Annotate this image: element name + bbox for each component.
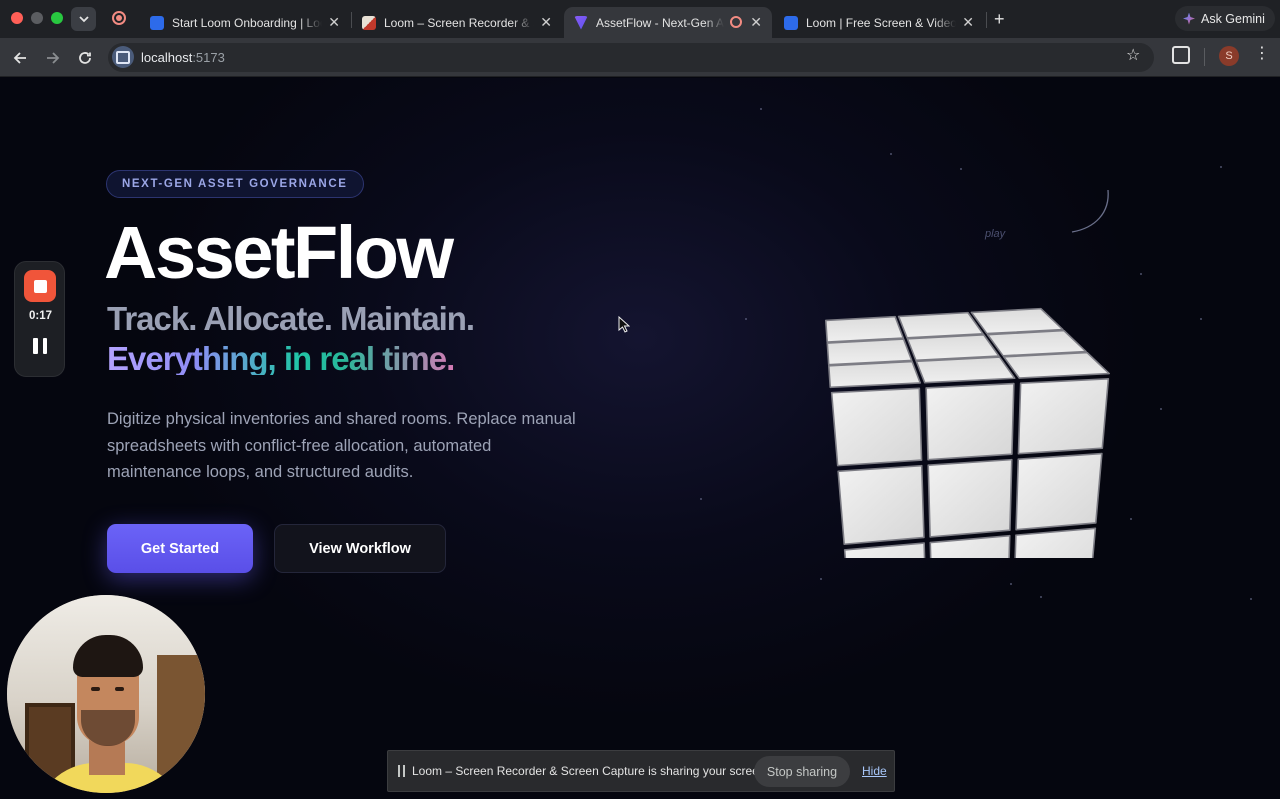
assetflow-favicon-icon bbox=[574, 15, 588, 30]
address-bar[interactable]: localhost:5173 bbox=[108, 43, 1154, 72]
tab-close-icon[interactable]: ✕ bbox=[328, 14, 340, 31]
cube-front-tile bbox=[929, 534, 1011, 558]
cube-top-tile bbox=[827, 360, 921, 389]
cube-top-tile bbox=[824, 315, 905, 343]
hero-description: Digitize physical inventories and shared… bbox=[107, 410, 576, 481]
ask-gemini-label: Ask Gemini bbox=[1201, 11, 1265, 26]
url-host: localhost bbox=[141, 50, 193, 65]
tab-title: Start Loom Onboarding | Loom bbox=[172, 15, 322, 30]
stop-sharing-button[interactable]: Stop sharing bbox=[754, 756, 850, 787]
hero-tagline-highlight: Everything, in real time. bbox=[107, 340, 455, 377]
tab-loom-onboarding[interactable]: Start Loom Onboarding | Loom ✕ bbox=[140, 7, 350, 38]
cube-front-tile bbox=[837, 464, 925, 546]
cube-front-tile bbox=[1017, 378, 1110, 455]
arrow-right-icon bbox=[47, 52, 60, 64]
browser-toolbar: localhost:5173 ☆ S ⋮ bbox=[0, 38, 1280, 77]
screen-sharing-bar: Loom – Screen Recorder & Screen Capture … bbox=[387, 750, 895, 792]
window-minimize-button[interactable] bbox=[31, 12, 43, 24]
new-tab-button[interactable]: + bbox=[994, 9, 1005, 30]
get-started-button[interactable]: Get Started bbox=[107, 524, 253, 573]
tab-separator bbox=[986, 12, 987, 28]
tab-close-icon[interactable]: ✕ bbox=[962, 14, 974, 31]
cube-front-tile bbox=[830, 387, 923, 467]
more-menu-icon[interactable]: ⋮ bbox=[1254, 46, 1270, 62]
arrow-left-icon bbox=[13, 52, 26, 64]
cube-front-tile bbox=[843, 542, 926, 558]
site-info-icon[interactable] bbox=[112, 46, 134, 68]
tab-close-icon[interactable]: ✕ bbox=[750, 14, 762, 31]
hide-sharing-bar-link[interactable]: Hide bbox=[862, 764, 887, 778]
tab-title: AssetFlow - Next-Gen Asset Governance bbox=[596, 15, 724, 30]
ask-gemini-button[interactable]: Ask Gemini bbox=[1175, 6, 1275, 31]
pause-recording-button[interactable] bbox=[33, 338, 47, 354]
profile-avatar[interactable]: S bbox=[1219, 46, 1239, 66]
hero-tagline: Track. Allocate. Maintain. bbox=[107, 300, 475, 337]
extensions-puzzle-icon[interactable] bbox=[1172, 46, 1190, 64]
cube-front-tile bbox=[927, 458, 1013, 538]
hero-title: AssetFlow bbox=[104, 211, 454, 294]
chrome-web-store-favicon-icon bbox=[362, 15, 376, 30]
chevron-down-icon bbox=[78, 15, 89, 22]
cube-front-tile bbox=[925, 382, 1015, 461]
loom-favicon-icon bbox=[784, 15, 798, 30]
back-button[interactable] bbox=[9, 47, 31, 69]
tab-title: Loom | Free Screen & Video Recording bbox=[806, 15, 956, 30]
tab-loom-extension[interactable]: Loom – Screen Recorder & Screen Capture … bbox=[352, 7, 562, 38]
window-zoom-button[interactable] bbox=[51, 12, 63, 24]
forward-button[interactable] bbox=[42, 47, 64, 69]
stop-recording-button[interactable] bbox=[24, 270, 56, 302]
url-port: :5173 bbox=[192, 50, 225, 65]
cube-front-tile bbox=[1014, 527, 1097, 558]
recording-timer: 0:17 bbox=[28, 310, 53, 322]
tab-search-button[interactable] bbox=[71, 7, 96, 31]
loom-recorder-controls: 0:17 bbox=[14, 261, 65, 377]
tab-assetflow[interactable]: AssetFlow - Next-Gen Asset Governance ✕ bbox=[564, 7, 772, 38]
loom-favicon-icon bbox=[150, 15, 164, 30]
tab-loom-free[interactable]: Loom | Free Screen & Video Recording ✕ bbox=[774, 7, 984, 38]
tab-strip: Start Loom Onboarding | Loom ✕ Loom – Sc… bbox=[0, 0, 1280, 38]
cube-top-tile bbox=[915, 356, 1016, 384]
gemini-sparkle-icon bbox=[1183, 12, 1195, 25]
reload-button[interactable] bbox=[74, 47, 96, 69]
cube-top-tile bbox=[1003, 351, 1110, 379]
window-close-button[interactable] bbox=[11, 12, 23, 24]
tab-recording-icon bbox=[730, 16, 742, 28]
eyebrow-badge: NEXT-GEN ASSET GOVERNANCE bbox=[106, 170, 364, 198]
toolbar-divider bbox=[1204, 48, 1205, 66]
bookmark-star-icon[interactable]: ☆ bbox=[1126, 45, 1140, 65]
cube-top-tile bbox=[826, 338, 913, 366]
mouse-cursor-icon bbox=[618, 316, 630, 333]
interactive-cube[interactable] bbox=[810, 178, 1130, 558]
webcam-bubble[interactable] bbox=[7, 595, 205, 793]
reload-icon bbox=[79, 52, 91, 64]
view-workflow-button[interactable]: View Workflow bbox=[274, 524, 446, 573]
pause-icon bbox=[398, 765, 405, 777]
tab-close-icon[interactable]: ✕ bbox=[540, 14, 552, 31]
cube-top-tile bbox=[906, 334, 1000, 362]
url-text: localhost:5173 bbox=[141, 50, 225, 65]
cube-top-tile bbox=[986, 329, 1087, 357]
cube-top-tile bbox=[897, 311, 984, 339]
cube-top-tile bbox=[970, 307, 1064, 335]
recording-indicator-icon bbox=[112, 11, 126, 25]
cube-front-tile bbox=[1015, 452, 1103, 531]
landing-page: NEXT-GEN ASSET GOVERNANCE AssetFlow Trac… bbox=[0, 78, 1280, 799]
sharing-message: Loom – Screen Recorder & Screen Capture … bbox=[412, 764, 769, 778]
tab-title: Loom – Screen Recorder & Screen Capture bbox=[384, 15, 534, 30]
